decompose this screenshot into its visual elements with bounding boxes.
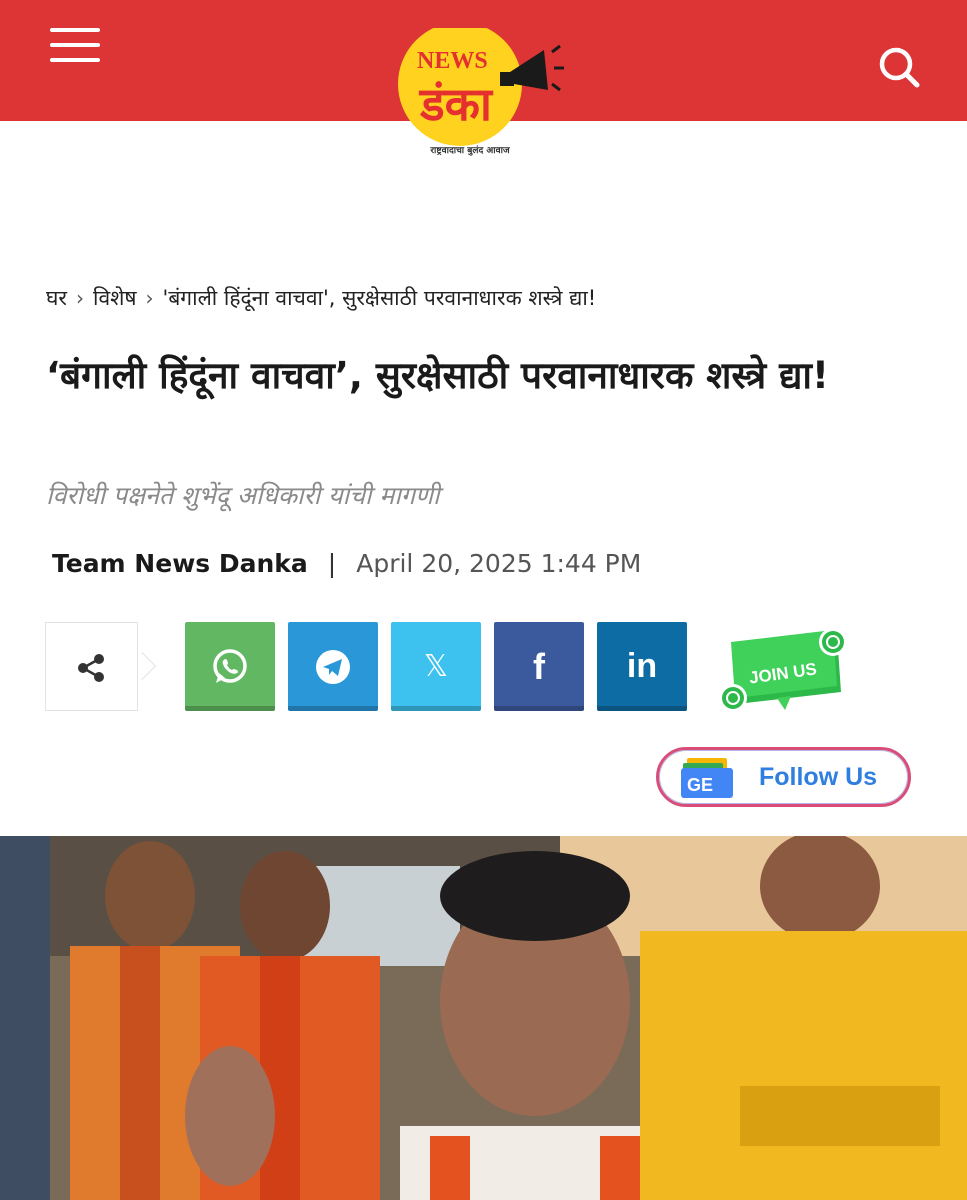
x-icon: 𝕏: [423, 649, 449, 684]
chevron-right-icon: ›: [145, 286, 154, 310]
share-button[interactable]: [45, 622, 138, 711]
byline: Team News Danka | April 20, 2025 1:44 PM: [52, 549, 641, 578]
facebook-icon: f: [533, 645, 545, 687]
menu-icon[interactable]: [50, 28, 100, 64]
follow-us-button[interactable]: GE Follow Us: [656, 747, 911, 807]
article-title: ‘बंगाली हिंदूंना वाचवा’, सुरक्षेसाठी परव…: [46, 354, 829, 397]
telegram-share-button[interactable]: [288, 622, 378, 711]
article-subtitle: विरोधी पक्षनेते शुभेंदू अधिकारी यांची मा…: [46, 481, 440, 510]
facebook-share-button[interactable]: f: [494, 622, 584, 711]
breadcrumb-home[interactable]: घर: [46, 286, 67, 310]
logo-tagline: राष्ट्रवादाचा बुलंद आवाज: [430, 146, 510, 156]
logo-main-text: डंका: [418, 77, 494, 131]
search-icon[interactable]: [876, 44, 922, 90]
breadcrumb: घर › विशेष › 'बंगाली हिंदूंना वाचवा', सुरक्ष…: [46, 284, 936, 312]
join-us-button[interactable]: JOIN US: [715, 626, 855, 716]
site-logo[interactable]: NEWS डंका: [392, 28, 567, 160]
x-share-button[interactable]: 𝕏: [391, 622, 481, 711]
follow-us-label: Follow Us: [759, 763, 878, 791]
byline-divider: |: [327, 549, 337, 578]
linkedin-icon: in: [626, 647, 658, 685]
share-icon: [78, 654, 104, 682]
whatsapp-icon: [213, 648, 247, 683]
linkedin-share-button[interactable]: in: [597, 622, 687, 711]
telegram-icon: [316, 649, 350, 684]
author-name[interactable]: Team News Danka: [52, 549, 308, 578]
article-featured-image: [0, 836, 967, 1200]
logo-news-text: NEWS: [417, 48, 488, 74]
chevron-right-icon: ›: [76, 286, 84, 310]
publish-date: April 20, 2025 1:44 PM: [356, 549, 642, 578]
breadcrumb-category[interactable]: विशेष: [93, 286, 137, 310]
whatsapp-share-button[interactable]: [185, 622, 275, 711]
google-news-icon-text: GE: [687, 775, 713, 795]
google-news-icon: GE: [681, 758, 733, 798]
breadcrumb-current: 'बंगाली हिंदूंना वाचवा', सुरक्षेसाठी परव…: [162, 286, 597, 310]
